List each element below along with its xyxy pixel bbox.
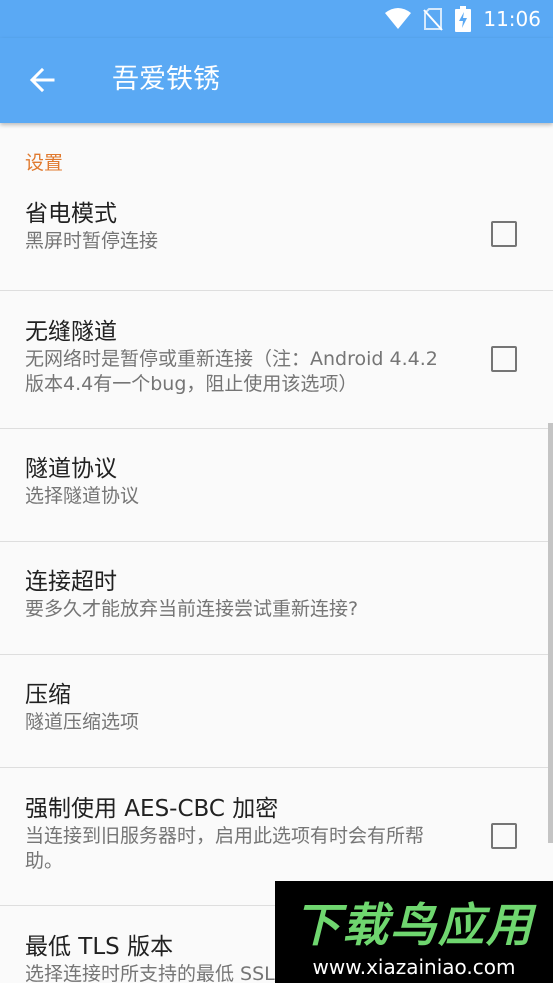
pref-title: 隧道协议	[25, 456, 117, 482]
pref-title: 省电模式	[25, 201, 117, 227]
pref-compression[interactable]: 压缩 隧道压缩选项	[0, 655, 553, 768]
watermark-logo-text: 下载鸟应用	[294, 898, 534, 952]
watermark-url: www.xiazainiao.com	[312, 955, 516, 979]
pref-title: 压缩	[25, 682, 71, 708]
app-bar: 吾爱铁锈	[0, 38, 553, 123]
scrollbar[interactable]	[548, 423, 553, 843]
pref-power-saving[interactable]: 省电模式 黑屏时暂停连接	[0, 178, 553, 291]
status-bar: 11:06	[0, 0, 553, 38]
watermark-logo: 下载鸟应用 www.xiazainiao.com	[275, 881, 553, 983]
pref-seamless-tunnel[interactable]: 无缝隧道 无网络时是暂停或重新连接（注：Android 4.4.2版本4.4有一…	[0, 291, 553, 429]
back-button[interactable]	[20, 58, 64, 102]
pref-summary: 隧道压缩选项	[25, 711, 140, 733]
force-aes-cbc-checkbox[interactable]	[491, 823, 517, 849]
seamless-tunnel-checkbox[interactable]	[491, 346, 517, 372]
pref-title: 连接超时	[25, 569, 117, 595]
pref-title: 无缝隧道	[25, 319, 117, 345]
pref-title: 强制使用 AES-CBC 加密	[25, 796, 279, 822]
pref-summary: 当连接到旧服务器时，启用此选项有时会有所帮助。	[25, 825, 425, 872]
arrow-left-icon	[29, 67, 55, 93]
wifi-icon	[385, 8, 412, 29]
pref-summary: 要多久才能放弃当前连接尝试重新连接?	[25, 598, 359, 620]
settings-list[interactable]: 设置 省电模式 黑屏时暂停连接 无缝隧道 无网络时是暂停或重新连接（注：Andr…	[0, 123, 553, 983]
pref-summary: 黑屏时暂停连接	[25, 230, 159, 252]
section-header: 设置	[25, 152, 64, 174]
pref-connection-timeout[interactable]: 连接超时 要多久才能放弃当前连接尝试重新连接?	[0, 542, 553, 655]
pref-tunnel-protocol[interactable]: 隧道协议 选择隧道协议	[0, 429, 553, 542]
no-sim-icon	[423, 8, 444, 31]
power-saving-checkbox[interactable]	[491, 221, 517, 247]
page-title: 吾爱铁锈	[112, 64, 220, 95]
pref-summary: 选择隧道协议	[25, 485, 140, 507]
status-time: 11:06	[483, 7, 541, 31]
pref-summary: 无网络时是暂停或重新连接（注：Android 4.4.2版本4.4有一个bug，…	[25, 348, 438, 395]
status-icons: 11:06	[385, 5, 541, 33]
battery-charging-icon	[455, 6, 472, 32]
